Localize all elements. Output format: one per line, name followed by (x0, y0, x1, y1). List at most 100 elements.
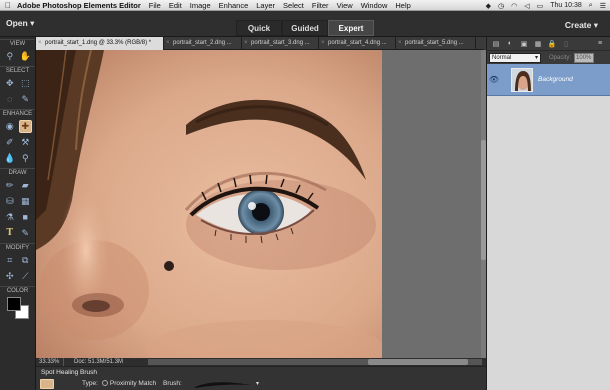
tab-document-5[interactable]: × portrait_start_5.dng ... (396, 37, 476, 50)
menu-filter[interactable]: Filter (312, 1, 329, 10)
hand-tool-icon[interactable]: ✋ (19, 50, 32, 63)
opacity-input[interactable]: 100% (574, 52, 595, 63)
tab-label: portrait_start_2.dng ... (173, 40, 232, 46)
dropbox-icon[interactable]: ◆ (486, 2, 491, 10)
open-button[interactable]: Open ▾ (6, 18, 34, 29)
quick-selection-tool-icon[interactable]: ✎ (19, 93, 32, 106)
layer-thumbnail[interactable] (511, 67, 533, 92)
brush-dropdown-icon[interactable]: ▾ (256, 380, 259, 387)
lasso-tool-icon[interactable]: ◌ (3, 93, 16, 106)
mode-switcher: Quick Guided Expert (236, 20, 374, 36)
section-enhance: ENHANCE (0, 109, 35, 118)
crop-tool-icon[interactable]: ⌗ (3, 254, 16, 267)
app-name[interactable]: Adobe Photoshop Elements Editor (17, 1, 141, 10)
marquee-tool-icon[interactable]: ⬚ (19, 77, 32, 90)
zoom-level[interactable]: 33.33% (36, 358, 64, 366)
tab-document-1[interactable]: × portrait_start_1.dng @ 33.3% (RGB/8) * (36, 37, 164, 50)
battery-icon[interactable]: ▭ (537, 2, 544, 10)
lock-icon[interactable]: 🔒 (548, 40, 557, 48)
horizontal-scroll-thumb[interactable] (368, 359, 468, 365)
layer-row[interactable]: 👁 Background (487, 64, 610, 96)
panel-menu-icon[interactable]: ≡ (596, 40, 604, 48)
volume-icon[interactable]: ◁ (524, 2, 529, 10)
close-icon[interactable]: × (244, 37, 248, 50)
type-option: Type: Proximity Match (82, 380, 156, 387)
mode-guided[interactable]: Guided (282, 20, 328, 36)
layers-panel: ▤ ◐ ▣ ▦ 🔒 ▯ ≡ Normal Opacity: 100% 👁 Bac… (486, 37, 610, 390)
section-view: VIEW (0, 39, 35, 48)
brush-tool-icon[interactable]: ✏ (3, 179, 16, 192)
paint-bucket-tool-icon[interactable]: ⛁ (3, 195, 16, 208)
status-bar: 33.33% Doc: 51.3M/51.3M (36, 358, 486, 366)
menu-image[interactable]: Image (190, 1, 211, 10)
menu-select[interactable]: Select (283, 1, 304, 10)
eye-icon[interactable]: 👁 (487, 75, 501, 84)
type-value[interactable]: Proximity Match (110, 380, 156, 387)
recompose-tool-icon[interactable]: ⧉ (19, 254, 32, 267)
menu-enhance[interactable]: Enhance (219, 1, 249, 10)
doc-size[interactable]: Doc: 51.3M/51.3M (64, 358, 144, 366)
mode-quick[interactable]: Quick (236, 20, 282, 36)
close-icon[interactable]: × (38, 37, 42, 50)
new-layer-icon[interactable]: ▤ (492, 40, 500, 48)
tool-name: Spot Healing Brush (41, 369, 98, 376)
zoom-tool-icon[interactable]: ⚲ (3, 50, 16, 63)
canvas-area[interactable] (36, 50, 481, 358)
horizontal-scrollbar[interactable] (148, 359, 482, 365)
proximity-match-radio[interactable] (101, 380, 108, 386)
tab-document-2[interactable]: × portrait_start_2.dng ... (164, 37, 242, 50)
menu-bar:  Adobe Photoshop Elements Editor File E… (0, 0, 610, 11)
eyedropper-tool-icon[interactable]: ⚗ (3, 211, 16, 224)
blend-mode-select[interactable]: Normal (489, 52, 541, 63)
red-eye-tool-icon[interactable]: ◉ (3, 120, 16, 133)
tab-document-3[interactable]: × portrait_start_3.dng ... (242, 37, 319, 50)
brush-label: Brush: (163, 380, 182, 387)
close-icon[interactable]: × (321, 37, 325, 50)
portrait-photo[interactable] (36, 50, 382, 358)
sponge-tool-icon[interactable]: ⚲ (19, 152, 32, 165)
menu-help[interactable]: Help (395, 1, 410, 10)
close-icon[interactable]: × (166, 37, 170, 50)
shape-tool-icon[interactable]: ■ (19, 211, 32, 224)
section-modify: MODIFY (0, 243, 35, 252)
eraser-tool-icon[interactable]: ▰ (19, 179, 32, 192)
content-aware-move-tool-icon[interactable]: ✣ (3, 270, 16, 283)
menu-layer[interactable]: Layer (256, 1, 275, 10)
section-color: COLOR (0, 286, 35, 295)
wifi-icon[interactable]: ◠ (511, 2, 517, 10)
search-icon[interactable]: ⌕ (589, 2, 593, 10)
apple-icon[interactable]:  (5, 1, 14, 10)
menu-window[interactable]: Window (361, 1, 388, 10)
create-button[interactable]: Create ▾ (565, 20, 598, 31)
tab-document-4[interactable]: × portrait_start_4.dng ... (319, 37, 396, 50)
foreground-color-swatch[interactable] (7, 297, 21, 311)
timemachine-icon[interactable]: ◷ (498, 2, 504, 10)
notification-icon[interactable]: ☰ (600, 2, 606, 10)
layer-name[interactable]: Background (538, 76, 573, 83)
straighten-tool-icon[interactable]: ⟋ (19, 270, 32, 283)
menu-edit[interactable]: Edit (169, 1, 182, 10)
type-tool-icon[interactable]: T (3, 227, 16, 240)
menu-file[interactable]: File (149, 1, 161, 10)
spot-healing-brush-tool-icon[interactable]: ✚ (18, 119, 32, 133)
mode-bar: Open ▾ Quick Guided Expert Create ▾ (0, 11, 610, 37)
clone-stamp-tool-icon[interactable]: ⚒ (19, 136, 32, 149)
blend-row: Normal Opacity: 100% (487, 50, 610, 64)
delete-layer-icon[interactable]: ▯ (562, 40, 570, 48)
menu-view[interactable]: View (337, 1, 353, 10)
toolbox: VIEW ⚲ ✋ SELECT ✥ ⬚ ◌ ✎ ENHANCE ◉ ✚ ✐ ⚒ … (0, 37, 36, 390)
blur-tool-icon[interactable]: 💧 (3, 152, 16, 165)
spot-healing-brush-icon[interactable] (40, 379, 54, 389)
move-tool-icon[interactable]: ✥ (3, 77, 16, 90)
close-icon[interactable]: × (398, 37, 402, 50)
lock-transparency-icon[interactable]: ▦ (534, 40, 542, 48)
smart-brush-tool-icon[interactable]: ✐ (3, 136, 16, 149)
mode-expert[interactable]: Expert (328, 20, 374, 36)
fill-adjustment-layer-icon[interactable]: ◐ (506, 40, 514, 48)
brush-preview[interactable] (193, 381, 253, 389)
pencil-tool-icon[interactable]: ✎ (19, 227, 32, 240)
gradient-tool-icon[interactable]: ▦ (19, 195, 32, 208)
layer-mask-icon[interactable]: ▣ (520, 40, 528, 48)
clock[interactable]: Thu 10:38 (550, 2, 582, 9)
layers-toolbar: ▤ ◐ ▣ ▦ 🔒 ▯ ≡ (487, 37, 610, 50)
